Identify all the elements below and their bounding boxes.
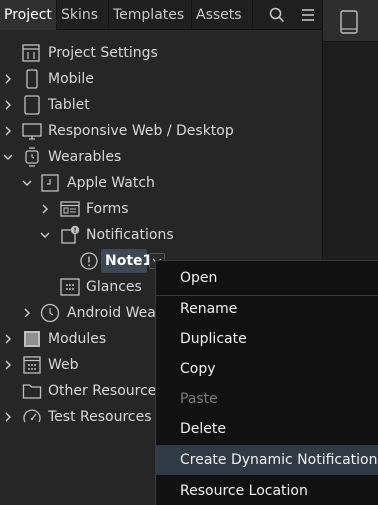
project-explorer: Project Skins Templates Assets Project S… [0, 0, 378, 505]
menu-item-resource-location[interactable]: Resource Location [156, 476, 378, 505]
tree-label: Android Wear [67, 305, 162, 321]
tab-bar: Project Skins Templates Assets [0, 0, 322, 30]
tree-label: Tablet [48, 97, 90, 113]
tree-label: Apple Watch [67, 175, 155, 191]
chevron-right-icon[interactable] [1, 98, 15, 112]
web-icon [22, 355, 42, 375]
search-icon[interactable] [262, 0, 292, 30]
tree-label: Modules [48, 331, 107, 347]
tab-templates[interactable]: Templates [109, 0, 192, 30]
tree-label: Other Resources [48, 383, 164, 399]
tree-item-apple-watch[interactable]: Apple Watch [0, 170, 322, 196]
forms-icon [60, 199, 80, 219]
preview-toolbar [323, 0, 378, 42]
tree-item-project-settings[interactable]: Project Settings [0, 40, 322, 66]
tree-label: Forms [86, 201, 129, 217]
tree-label: Responsive Web / Desktop [48, 123, 234, 139]
apple-watch-icon [40, 173, 60, 193]
menu-item-rename[interactable]: Rename [156, 294, 378, 324]
tab-assets[interactable]: Assets [192, 0, 253, 30]
tab-skins[interactable]: Skins [57, 0, 109, 30]
chevron-down-icon[interactable] [20, 176, 34, 190]
menu-item-create-dynamic-notification[interactable]: Create Dynamic Notification [156, 445, 378, 475]
tree-label: Glances [86, 279, 142, 295]
tab-project[interactable]: Project [0, 0, 57, 30]
chevron-down-icon[interactable] [1, 150, 15, 164]
modules-icon [22, 329, 42, 349]
desktop-icon [22, 121, 42, 141]
chevron-right-icon[interactable] [38, 202, 52, 216]
settings-file-icon [21, 43, 41, 63]
tree-label: Test Resources [48, 409, 152, 425]
android-watch-icon [40, 303, 60, 323]
tree-item-responsive-web[interactable]: Responsive Web / Desktop [0, 118, 322, 144]
context-menu: Open Rename Duplicate Copy Paste Delete … [155, 260, 378, 505]
tree-item-wearables[interactable]: Wearables [0, 144, 322, 170]
chevron-right-icon[interactable] [1, 72, 15, 86]
menu-icon[interactable] [293, 0, 323, 30]
folder-icon [22, 381, 42, 401]
chevron-right-icon[interactable] [1, 124, 15, 138]
chevron-down-icon[interactable] [38, 228, 52, 242]
tree-label: Wearables [48, 149, 122, 165]
tree-item-mobile[interactable]: Mobile [0, 66, 322, 92]
alert-circle-icon [79, 251, 99, 271]
tablet-icon [22, 95, 42, 115]
notification-folder-icon [60, 225, 80, 245]
chevron-right-icon[interactable] [20, 306, 34, 320]
gauge-icon [22, 407, 42, 427]
chevron-right-icon[interactable] [1, 410, 15, 424]
menu-item-open[interactable]: Open [156, 263, 378, 293]
tree-label: Web [48, 357, 79, 373]
mobile-icon [22, 69, 42, 89]
menu-item-duplicate[interactable]: Duplicate [156, 324, 378, 354]
chevron-right-icon[interactable] [1, 358, 15, 372]
tree-item-forms[interactable]: Forms [0, 196, 322, 222]
menu-item-delete[interactable]: Delete [156, 414, 378, 444]
menu-item-paste[interactable]: Paste [156, 384, 378, 414]
tree-item-notifications[interactable]: Notifications [0, 222, 322, 248]
menu-item-copy[interactable]: Copy [156, 354, 378, 384]
glances-icon [60, 277, 80, 297]
tree-label: Notifications [86, 227, 174, 243]
tree-label: Note1 [105, 253, 153, 269]
tree-label: Mobile [48, 71, 94, 87]
phone-preview-icon[interactable] [339, 10, 359, 38]
tree-item-tablet[interactable]: Tablet [0, 92, 322, 118]
chevron-right-icon[interactable] [1, 332, 15, 346]
tree-label: Project Settings [48, 45, 158, 61]
watch-icon [22, 147, 42, 167]
